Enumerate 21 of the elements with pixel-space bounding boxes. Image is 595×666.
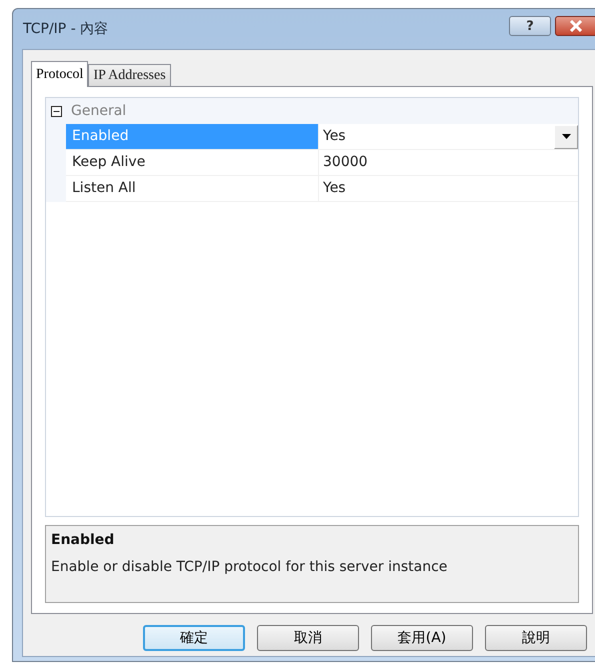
dialog-button[interactable]: 確定 [143,625,245,651]
property-value[interactable]: Yes [323,126,346,147]
help-button[interactable]: ? [509,16,551,36]
description-title: Enabled [51,531,116,550]
property-value[interactable]: 30000 [323,152,368,173]
category-label: General [70,102,126,120]
dialog-button[interactable]: 套用(A) [371,625,473,651]
property-name[interactable]: Keep Alive [66,150,318,176]
dialog-button[interactable]: 取消 [257,625,359,651]
minus-box-icon[interactable] [50,106,62,116]
property-value[interactable]: Yes [323,178,346,199]
window-title: TCP/IP - 內容 [23,20,108,38]
caret-icon [562,134,570,139]
close-icon [569,20,583,32]
dropdown-button[interactable] [554,124,578,148]
tab[interactable]: Protocol [31,61,88,87]
close-button[interactable] [555,16,595,36]
property-name[interactable]: Listen All [66,176,318,202]
dialog-button[interactable]: 說明 [485,625,587,651]
description-text: Enable or disable TCP/IP protocol for this server instance [51,558,448,577]
tab[interactable]: IP Addresses [88,64,171,86]
